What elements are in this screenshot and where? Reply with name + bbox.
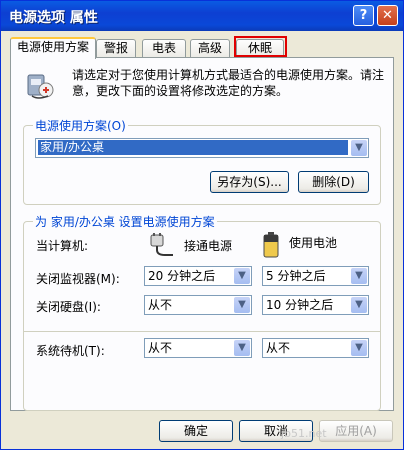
disk-off-label: 关闭硬盘(I):	[36, 300, 101, 314]
chevron-down-icon[interactable]: ▼	[234, 268, 250, 284]
standby-battery-value: 从不	[266, 341, 291, 355]
info-text: 请选定对于您使用计算机方式最适合的电源使用方案。请注意，更改下面的设置将修改选定…	[72, 68, 385, 98]
power-options-icon	[27, 74, 54, 99]
close-button[interactable]: ✕	[377, 5, 398, 26]
chevron-down-icon[interactable]: ▼	[351, 340, 367, 356]
help-button[interactable]: ?	[353, 5, 374, 26]
ok-button[interactable]: 确定	[159, 420, 233, 442]
scheme-dropdown[interactable]: 家用/办公桌 ▼	[35, 138, 369, 158]
watermark: jb51.net	[281, 427, 327, 440]
chevron-down-icon[interactable]: ▼	[351, 297, 367, 313]
tab-alarms[interactable]: 警报	[96, 39, 136, 57]
standby-label: 系统待机(T):	[36, 344, 105, 358]
monitor-off-plugged-value: 20 分钟之后	[148, 269, 216, 283]
power-options-window: 电源选项 属性 ? ✕ 电源使用方案 警报 电表 高级 休眠 请选定对于您使用计…	[0, 0, 404, 450]
hibernate-highlight-box	[234, 36, 287, 57]
monitor-off-plugged-dropdown[interactable]: 20 分钟之后 ▼	[144, 266, 252, 286]
chevron-down-icon[interactable]: ▼	[234, 297, 250, 313]
standby-battery-dropdown[interactable]: 从不 ▼	[262, 338, 369, 358]
help-icon: ?	[359, 8, 368, 23]
scheme-dropdown-value: 家用/办公桌	[38, 140, 348, 155]
tab-advanced[interactable]: 高级	[190, 39, 230, 57]
scheme-group	[23, 125, 381, 205]
chevron-down-icon[interactable]: ▼	[234, 340, 250, 356]
disk-off-plugged-value: 从不	[148, 298, 173, 312]
tab-power-schemes[interactable]: 电源使用方案	[10, 37, 96, 59]
window-title: 电源选项 属性	[9, 10, 98, 26]
battery-icon	[263, 232, 279, 258]
disk-off-battery-value: 10 分钟之后	[266, 298, 334, 312]
close-icon: ✕	[382, 8, 393, 23]
monitor-off-label: 关闭监视器(M):	[36, 272, 120, 286]
monitor-off-battery-value: 5 分钟之后	[266, 269, 326, 283]
title-bar[interactable]: 电源选项 属性 ? ✕	[1, 1, 403, 31]
battery-label: 使用电池	[289, 236, 338, 250]
disk-off-battery-dropdown[interactable]: 10 分钟之后 ▼	[262, 295, 369, 315]
apply-button[interactable]: 应用(A)	[319, 420, 393, 442]
tab-power-meter[interactable]: 电表	[142, 39, 186, 57]
divider	[23, 331, 381, 332]
standby-plugged-dropdown[interactable]: 从不 ▼	[144, 338, 252, 358]
delete-button[interactable]: 删除(D)	[298, 171, 369, 193]
chevron-down-icon[interactable]: ▼	[351, 140, 367, 156]
computer-label: 当计算机:	[36, 239, 89, 253]
scheme-group-title: 电源使用方案(O)	[33, 117, 128, 134]
monitor-off-battery-dropdown[interactable]: 5 分钟之后 ▼	[262, 266, 369, 286]
power-plug-icon	[150, 233, 173, 256]
standby-plugged-value: 从不	[148, 341, 173, 355]
plugged-label: 接通电源	[184, 239, 233, 253]
chevron-down-icon[interactable]: ▼	[351, 268, 367, 284]
save-as-button[interactable]: 另存为(S)...	[210, 171, 289, 193]
disk-off-plugged-dropdown[interactable]: 从不 ▼	[144, 295, 252, 315]
settings-group-title: 为 家用/办公桌 设置电源使用方案	[33, 213, 217, 230]
